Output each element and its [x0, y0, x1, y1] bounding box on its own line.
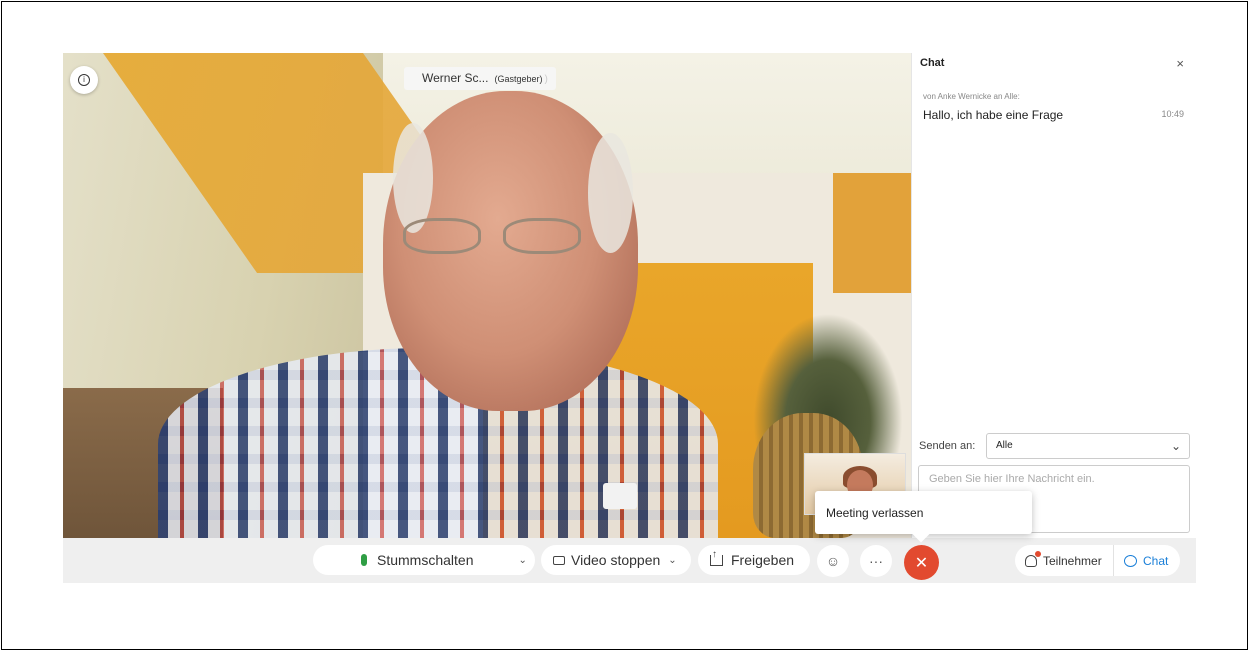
shirt-pocket-item	[603, 483, 637, 509]
chat-toggle-button[interactable]: Chat	[1113, 545, 1180, 576]
mute-label: Stummschalten	[377, 552, 474, 568]
leave-meeting-tooltip: Meeting verlassen	[815, 491, 1032, 534]
meeting-info-button[interactable]: i	[70, 66, 98, 94]
video-options-chevron-icon[interactable]: ⌄	[668, 555, 676, 566]
speaker-name: Werner Sc...	[422, 71, 489, 85]
speaker-hair-left	[393, 123, 433, 233]
share-button[interactable]: Freigeben	[698, 545, 810, 575]
send-to-value: Alle	[996, 440, 1013, 451]
participants-label: Teilnehmer	[1043, 553, 1102, 568]
share-icon	[710, 549, 723, 566]
chat-message-text: Hallo, ich habe eine Frage	[923, 108, 1064, 122]
microphone-icon	[361, 554, 367, 566]
participants-button[interactable]: Teilnehmer	[1015, 545, 1113, 576]
mute-options-chevron-icon[interactable]: ⌄	[518, 555, 526, 566]
more-options-button[interactable]: ···	[860, 545, 892, 577]
chevron-down-icon: ⌄	[1170, 439, 1181, 453]
meeting-app: i Werner Sc... (Gastgeber)) Chat × von An…	[63, 53, 1196, 583]
close-icon: ✕	[914, 554, 929, 572]
camera-icon	[553, 555, 565, 565]
video-stop-label: Video stoppen	[571, 552, 661, 568]
more-icon: ···	[869, 553, 883, 569]
reactions-button[interactable]: ☺	[817, 545, 849, 577]
speaker-hair-right	[588, 133, 633, 253]
chat-bubble-icon	[1124, 554, 1137, 567]
chat-input-placeholder: Geben Sie hier Ihre Nachricht ein.	[929, 473, 1095, 485]
chat-message-meta: von Anke Wernicke an Alle:	[923, 92, 1020, 101]
send-to-select[interactable]: Alle ⌄	[986, 433, 1190, 459]
info-icon: i	[78, 74, 90, 86]
leave-meeting-button[interactable]: ✕	[904, 545, 939, 580]
chat-toggle-label: Chat	[1143, 553, 1169, 568]
chat-message-time: 10:49	[1161, 109, 1184, 119]
bg-beam-right	[833, 173, 911, 293]
chat-close-button[interactable]: ×	[1176, 56, 1184, 71]
smiley-icon: ☺	[825, 553, 841, 569]
share-label: Freigeben	[731, 552, 795, 568]
video-stage: i Werner Sc... (Gastgeber))	[63, 53, 911, 538]
speaker-name-tag: Werner Sc... (Gastgeber))	[404, 67, 556, 90]
mute-button[interactable]: Stummschalten ⌄	[313, 545, 535, 575]
mic-status-icon: )	[544, 74, 548, 85]
meeting-toolbar: Stummschalten ⌄ Video stoppen ⌄ Freigebe…	[63, 538, 1196, 583]
chat-panel: Chat × von Anke Wernicke an Alle: Hallo,…	[911, 53, 1196, 538]
video-stop-button[interactable]: Video stoppen ⌄	[541, 545, 691, 575]
speaker-role: (Gastgeber)	[494, 74, 543, 84]
chat-title: Chat	[920, 57, 945, 69]
speaker-glasses	[403, 218, 583, 258]
send-to-label: Senden an:	[919, 440, 976, 452]
notification-dot	[1035, 551, 1041, 557]
